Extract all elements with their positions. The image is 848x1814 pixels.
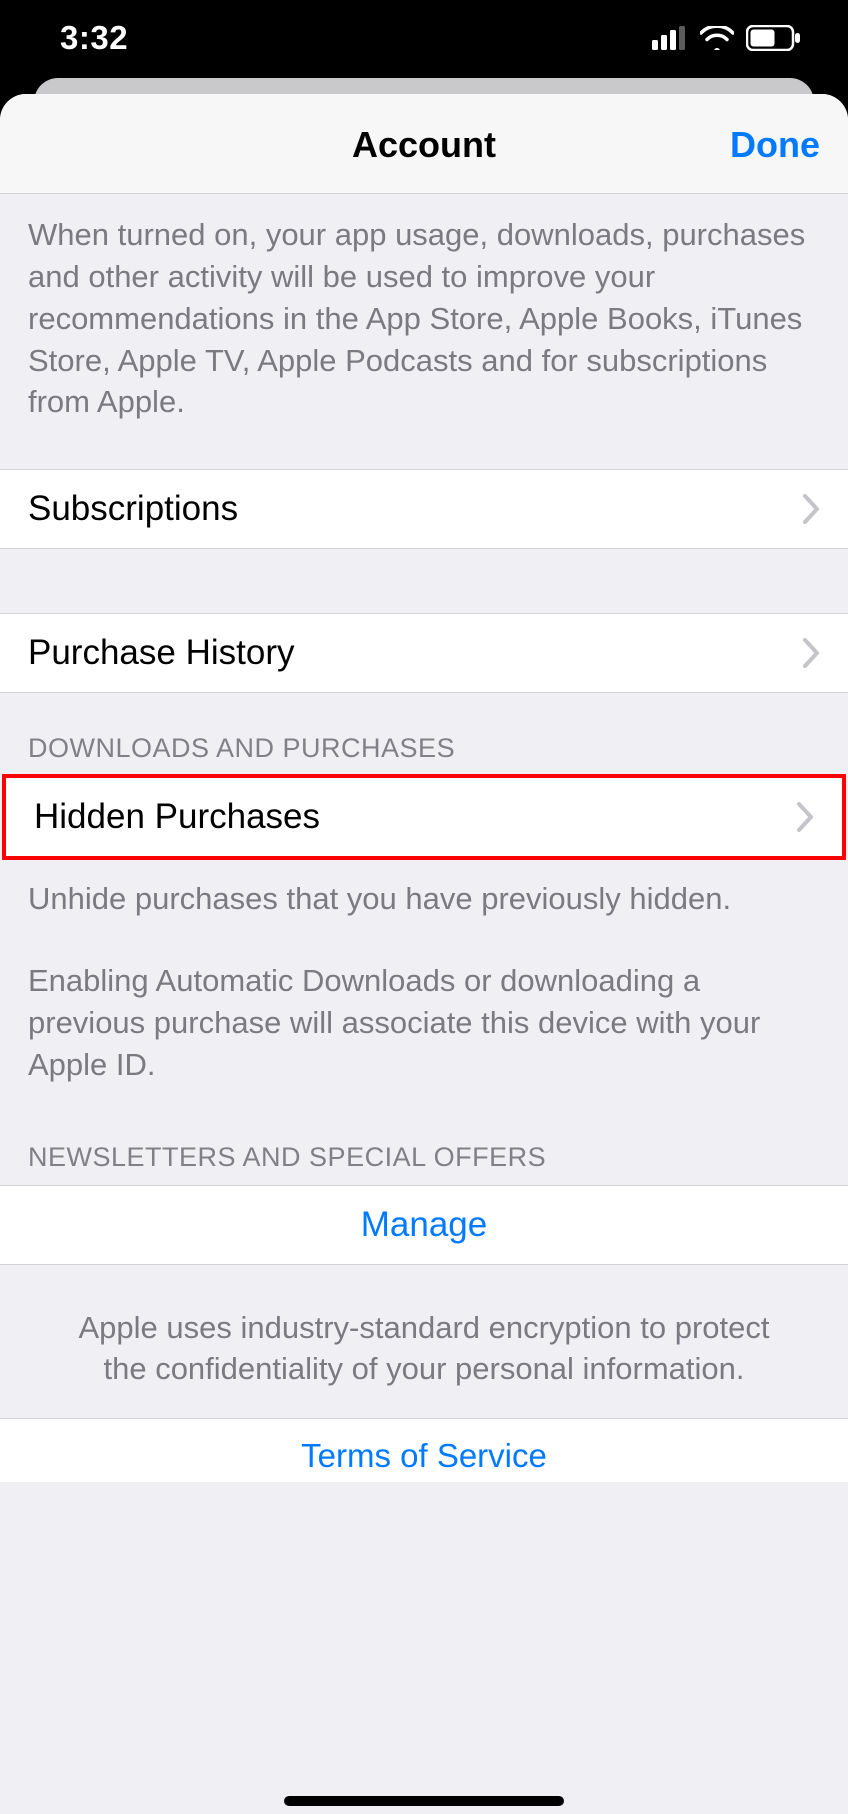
status-bar: 3:32 (0, 0, 848, 75)
chevron-right-icon (802, 638, 820, 668)
newsletters-section-header: NEWSLETTERS AND SPECIAL OFFERS (0, 1132, 848, 1185)
purchase-history-row[interactable]: Purchase History (0, 614, 848, 692)
wifi-icon (700, 26, 734, 50)
recommendations-footer: When turned on, your app usage, download… (0, 194, 848, 469)
subscriptions-row[interactable]: Subscriptions (0, 470, 848, 548)
home-indicator[interactable] (284, 1796, 564, 1806)
downloads-section-header: DOWNLOADS AND PURCHASES (0, 693, 848, 776)
manage-newsletters-row[interactable]: Manage (0, 1186, 848, 1264)
hidden-purchases-highlight: Hidden Purchases (2, 774, 846, 860)
status-time: 3:32 (60, 19, 128, 57)
subscriptions-label: Subscriptions (28, 489, 802, 529)
cellular-icon (652, 26, 688, 50)
purchase-history-label: Purchase History (28, 633, 802, 673)
page-title: Account (0, 124, 848, 166)
chevron-right-icon (802, 494, 820, 524)
hidden-purchases-label: Hidden Purchases (34, 797, 796, 837)
content-scroll[interactable]: When turned on, your app usage, download… (0, 194, 848, 1814)
nav-bar: Account Done (0, 94, 848, 194)
terms-of-service-row[interactable]: Terms of Service (0, 1418, 848, 1482)
battery-icon (746, 25, 802, 51)
hidden-purchases-footer-line2: Enabling Automatic Downloads or download… (28, 960, 820, 1086)
hidden-purchases-footer: Unhide purchases that you have previousl… (0, 858, 848, 1131)
chevron-right-icon (796, 802, 814, 832)
encryption-footer: Apple uses industry-standard encryption … (0, 1265, 848, 1419)
terms-label: Terms of Service (301, 1437, 547, 1474)
hidden-purchases-row[interactable]: Hidden Purchases (6, 778, 842, 856)
status-icons (652, 25, 802, 51)
manage-label: Manage (361, 1205, 487, 1245)
hidden-purchases-footer-line1: Unhide purchases that you have previousl… (28, 878, 820, 920)
done-button[interactable]: Done (730, 124, 820, 166)
account-sheet: Account Done When turned on, your app us… (0, 94, 848, 1814)
